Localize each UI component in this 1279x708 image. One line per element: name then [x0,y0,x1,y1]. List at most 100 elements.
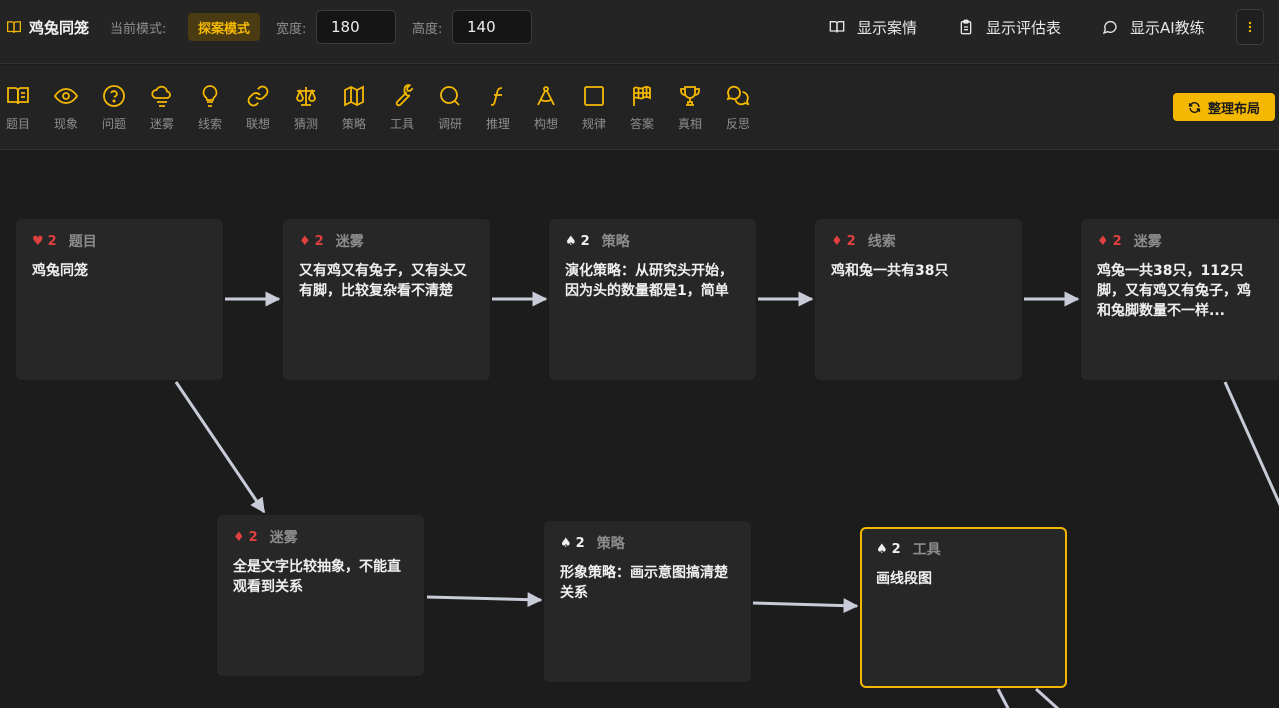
show-assessment-label: 显示评估表 [986,18,1062,37]
tool-label: 迷雾 [149,117,174,131]
node-text: 全是文字比较抽象，不能直观看到关系 [233,559,401,595]
show-ai-coach-button[interactable]: 显示AI教练 [1102,16,1205,38]
tool-truth[interactable]: 真相 [670,84,710,134]
height-label: 高度: [412,22,443,37]
node-type: 迷雾 [335,234,364,250]
node-text: 鸡兔一共38只，112只脚，又有鸡又有兔子，鸡和兔脚数量不一样... [1097,263,1251,319]
node-strategy[interactable]: ♠ 2 策略 形象策略：画示意图搞清楚关系 [544,521,751,682]
node-clue[interactable]: ♦ 2 线索 鸡和兔一共有38只 [815,219,1022,380]
node-text: 画线段图 [876,571,932,587]
tool-label: 问题 [101,117,126,131]
tool-label: 线索 [197,117,222,131]
heart-suit-icon: ♥ [32,233,44,249]
diamond-suit-icon: ♦ [831,233,843,249]
diamond-suit-icon: ♦ [299,233,311,249]
graph-canvas[interactable]: ♥ 2 题目 鸡兔同笼 ♦ 2 迷雾 又有鸡又有兔子，又有头又有脚，比较复杂看不… [0,151,1279,708]
book-open-icon [7,87,29,105]
more-vertical-icon [1248,21,1252,33]
node-text: 形象策略：画示意图搞清楚关系 [560,565,728,601]
tool-association[interactable]: 联想 [238,84,278,134]
cloud-fog-icon [151,85,171,107]
edge [752,598,859,614]
node-level: 2 [248,529,258,545]
tool-research[interactable]: 调研 [430,84,470,134]
tool-label: 答案 [629,117,654,131]
tool-tool[interactable]: 工具 [382,84,422,134]
refresh-icon [1188,101,1201,113]
node-level: 2 [580,233,590,249]
spade-suit-icon: ♠ [565,233,577,249]
edge [1223,381,1279,507]
height-input[interactable] [452,10,532,44]
node-type: 策略 [596,536,625,552]
tool-question[interactable]: 问题 [94,84,134,134]
tool-label: 规律 [581,117,606,131]
tool-label: 猜测 [293,117,318,131]
edge [426,592,543,608]
tool-reasoning[interactable]: 推理 [478,84,518,134]
node-tool-selected[interactable]: ♠ 2 工具 画线段图 [860,527,1067,688]
tool-reflection[interactable]: 反思 [718,84,758,134]
edge [996,688,1010,708]
node-level: 2 [891,541,901,557]
chat-icon [1102,20,1117,35]
node-level: 2 [846,233,856,249]
function-icon [490,87,503,106]
show-assessment-button[interactable]: 显示评估表 [958,16,1061,38]
map-icon [344,85,364,107]
compass-icon [537,86,555,106]
arrange-layout-button[interactable]: 整理布局 [1173,93,1275,121]
node-fog[interactable]: ♦ 2 迷雾 又有鸡又有兔子，又有头又有脚，比较复杂看不清楚 [283,219,490,380]
book-open-icon [829,21,845,33]
node-type: 工具 [912,542,941,558]
width-label: 宽度: [276,22,307,37]
width-input[interactable] [316,10,396,44]
tool-label: 工具 [389,117,414,131]
trophy-icon [680,86,700,106]
node-level: 2 [314,233,324,249]
flag-icon [633,85,651,106]
node-type: 迷雾 [1133,234,1162,250]
mode-badge[interactable]: 探案模式 [188,13,260,41]
spade-suit-icon: ♠ [876,541,888,557]
tool-label: 真相 [677,117,702,131]
tool-strategy[interactable]: 策略 [334,84,374,134]
node-text: 演化策略：从研究头开始，因为头的数量都是1，简单 [565,263,733,299]
lightbulb-icon [202,85,218,107]
tool-topic[interactable]: 题目 [0,84,38,134]
diamond-suit-icon: ♦ [233,529,245,545]
tool-clue[interactable]: 线索 [190,84,230,134]
arrange-layout-label: 整理布局 [1207,101,1260,117]
mode-label: 当前模式: [110,22,167,37]
tool-label: 反思 [725,117,750,131]
node-strategy[interactable]: ♠ 2 策略 演化策略：从研究头开始，因为头的数量都是1，简单 [549,219,756,380]
tool-label: 构想 [533,117,558,131]
tool-label: 调研 [437,117,462,131]
link-icon [247,85,269,107]
edge [174,381,266,514]
node-fog[interactable]: ♦ 2 迷雾 全是文字比较抽象，不能直观看到关系 [217,515,424,676]
tool-label: 推理 [485,117,510,131]
node-topic[interactable]: ♥ 2 题目 鸡兔同笼 [16,219,223,380]
show-case-button[interactable]: 显示案情 [829,16,917,38]
book-open-icon [7,21,21,33]
tool-phenomenon[interactable]: 现象 [46,84,86,134]
spade-suit-icon: ♠ [560,535,572,551]
tool-pattern[interactable]: 规律 [574,84,614,134]
node-fog[interactable]: ♦ 2 迷雾 鸡兔一共38只，112只脚，又有鸡又有兔子，鸡和兔脚数量不一样..… [1081,219,1279,380]
wrench-icon [395,84,414,107]
tool-fog[interactable]: 迷雾 [142,84,182,134]
show-ai-coach-label: 显示AI教练 [1130,18,1205,37]
node-text: 鸡和兔一共有38只 [831,263,949,279]
more-button[interactable] [1236,9,1264,45]
node-level: 2 [575,535,585,551]
tool-concept[interactable]: 构想 [526,84,566,134]
app-title: 鸡兔同笼 [6,17,89,37]
clipboard-icon [960,19,972,35]
tool-guess[interactable]: 猜测 [286,84,326,134]
node-level: 2 [47,233,57,249]
tool-answer[interactable]: 答案 [622,84,662,134]
question-icon [103,85,125,107]
node-level: 2 [1112,233,1122,249]
node-type: 策略 [601,234,630,250]
